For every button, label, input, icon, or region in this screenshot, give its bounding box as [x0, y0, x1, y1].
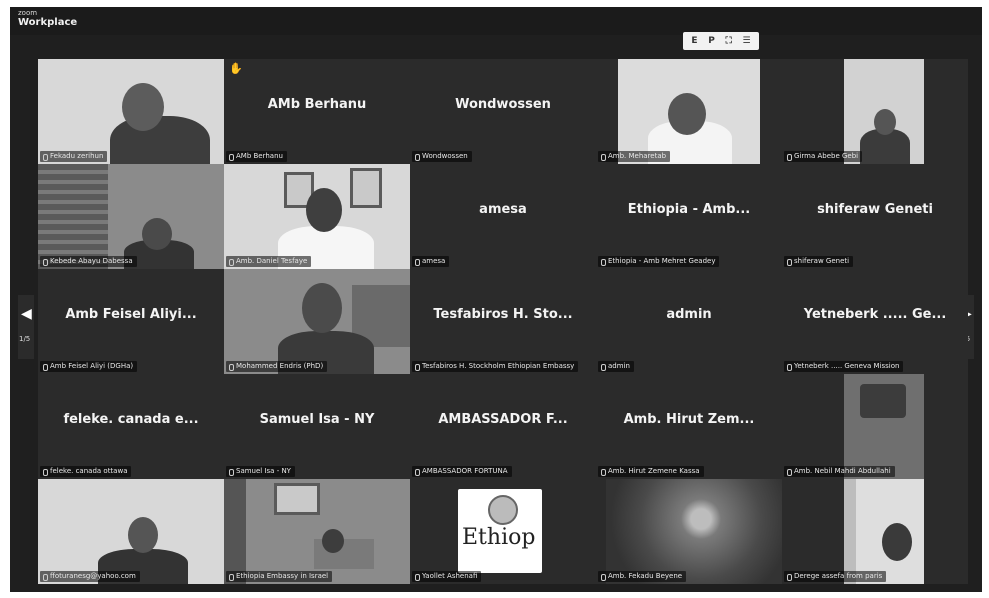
seal-icon: [488, 495, 518, 525]
participant-tile[interactable]: Kebede Abayu Dabessa: [38, 164, 224, 269]
participant-tile[interactable]: Amb. Fekadu Beyene: [596, 479, 782, 584]
participant-name: Amb. Nebil Mahdi Abdullahi: [784, 466, 895, 477]
participant-name: Samuel Isa - NY: [226, 466, 295, 477]
participant-tile[interactable]: Tesfabiros H. Sto... Tesfabiros H. Stock…: [410, 269, 596, 374]
participant-display-name: Amb Feisel Aliyi...: [65, 307, 197, 322]
view-toolbar[interactable]: E P ⛶ ☰: [683, 32, 759, 50]
participant-name: Fekadu zerihun: [40, 151, 108, 162]
participant-display-name: Wondwossen: [455, 97, 551, 112]
participant-display-name: Ethiopia - Amb...: [627, 202, 751, 217]
participant-tile[interactable]: Mohammed Endris (PhD): [224, 269, 410, 374]
participant-name: amesa: [412, 256, 450, 267]
participant-tile[interactable]: Girma Abebe Gebi: [782, 59, 968, 164]
participant-tile[interactable]: feleke. canada e... feleke. canada ottaw…: [38, 374, 224, 479]
participant-tile[interactable]: Amb. Nebil Mahdi Abdullahi: [782, 374, 968, 479]
participant-display-name: Tesfabiros H. Sto...: [433, 307, 573, 322]
participant-tile[interactable]: Amb. Meharetab: [596, 59, 782, 164]
participant-name: AMb Berhanu: [226, 151, 287, 162]
participant-name: Yetneberk ..... Geneva Mission: [784, 361, 904, 372]
participant-tile[interactable]: Derege assefa from paris: [782, 479, 968, 584]
participant-display-name: AMb Berhanu: [267, 97, 367, 112]
participant-tile[interactable]: Samuel Isa - NY Samuel Isa - NY: [224, 374, 410, 479]
raised-hand-icon: ✋: [229, 62, 243, 75]
fullscreen-icon[interactable]: ⛶: [726, 36, 732, 46]
zoom-logo-small: zoom: [18, 9, 38, 17]
title-bar: zoom Workplace: [10, 7, 982, 35]
page-indicator-left: 1/5: [19, 335, 31, 343]
participant-name: admin: [598, 361, 634, 372]
view-option-p[interactable]: P: [708, 36, 715, 46]
participant-display-name: Samuel Isa - NY: [259, 412, 375, 427]
participant-display-name: admin: [666, 307, 712, 322]
participant-name: Derege assefa from paris: [784, 571, 887, 582]
participant-name: ffoturanesg@yahoo.com: [40, 571, 140, 582]
participant-tile[interactable]: Ethiopia - Amb... Ethiopia - Amb Mehret …: [596, 164, 782, 269]
participant-name: Girma Abebe Gebi: [784, 151, 863, 162]
chevron-left-icon: ◀: [21, 306, 32, 322]
participant-tile[interactable]: admin admin: [596, 269, 782, 374]
menu-icon[interactable]: ☰: [743, 36, 751, 46]
participant-display-name: feleke. canada e...: [63, 412, 199, 427]
zoom-window: zoom Workplace E P ⛶ ☰ ◀ 1/5 ▶ 1/5 Fekad…: [10, 7, 982, 592]
participant-name: Ethiopia - Amb Mehret Geadey: [598, 256, 720, 267]
participant-display-name: Yetneberk ..... Ge...: [803, 307, 947, 322]
participant-name: Amb. Hirut Zemene Kassa: [598, 466, 704, 477]
participant-tile[interactable]: Amb. Hirut Zem... Amb. Hirut Zemene Kass…: [596, 374, 782, 479]
participant-name: Amb. Meharetab: [598, 151, 671, 162]
participant-tile[interactable]: amesa amesa: [410, 164, 596, 269]
participant-name: Amb. Daniel Tesfaye: [226, 256, 312, 267]
participant-gallery: Fekadu zerihun ✋ AMb Berhanu AMb Berhanu…: [38, 59, 968, 584]
participant-display-name: AMBASSADOR F...: [438, 412, 568, 427]
ethiopia-logo: Ethiop: [458, 489, 542, 573]
participant-tile[interactable]: Amb Feisel Aliyi... Amb Feisel Aliyi (DG…: [38, 269, 224, 374]
participant-name: feleke. canada ottawa: [40, 466, 132, 477]
participant-tile[interactable]: AMBASSADOR F... AMBASSADOR FORTUNA: [410, 374, 596, 479]
participant-tile[interactable]: ✋ AMb Berhanu AMb Berhanu: [224, 59, 410, 164]
participant-tile[interactable]: ffoturanesg@yahoo.com: [38, 479, 224, 584]
participant-tile[interactable]: Wondwossen Wondwossen: [410, 59, 596, 164]
participant-name: Mohammed Endris (PhD): [226, 361, 328, 372]
participant-display-name: amesa: [479, 202, 527, 217]
zoom-workplace-title: Workplace: [18, 17, 78, 28]
participant-tile[interactable]: Amb. Daniel Tesfaye: [224, 164, 410, 269]
participant-tile[interactable]: Fekadu zerihun: [38, 59, 224, 164]
previous-page-button[interactable]: ◀ 1/5: [18, 295, 34, 359]
view-option-e[interactable]: E: [691, 36, 697, 46]
participant-name: Ethiopia Embassy in Israel: [226, 571, 333, 582]
participant-tile[interactable]: Ethiop Yaollet Ashenafi: [410, 479, 596, 584]
participant-name: shiferaw Geneti: [784, 256, 854, 267]
participant-display-name: Amb. Hirut Zem...: [623, 412, 755, 427]
participant-name: Amb. Fekadu Beyene: [598, 571, 687, 582]
participant-name: Tesfabiros H. Stockholm Ethiopian Embass…: [412, 361, 579, 372]
participant-name: Yaollet Ashenafi: [412, 571, 482, 582]
participant-name: Amb Feisel Aliyi (DGHa): [40, 361, 138, 372]
participant-display-name: shiferaw Geneti: [817, 202, 933, 217]
participant-tile[interactable]: shiferaw Geneti shiferaw Geneti: [782, 164, 968, 269]
participant-tile[interactable]: Yetneberk ..... Ge... Yetneberk ..... Ge…: [782, 269, 968, 374]
participant-name: Kebede Abayu Dabessa: [40, 256, 137, 267]
participant-tile[interactable]: Ethiopia Embassy in Israel: [224, 479, 410, 584]
participant-name: AMBASSADOR FORTUNA: [412, 466, 512, 477]
participant-name: Wondwossen: [412, 151, 472, 162]
